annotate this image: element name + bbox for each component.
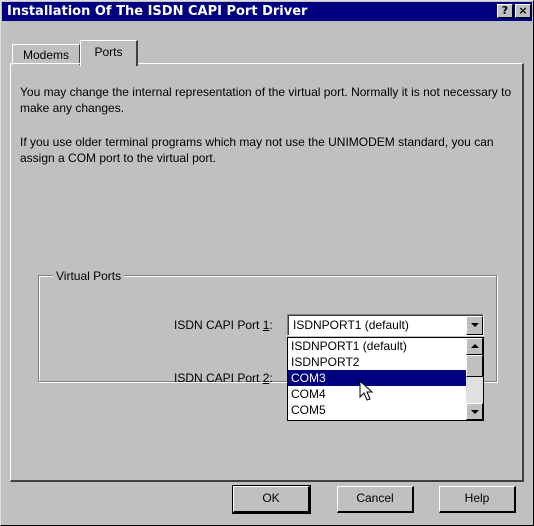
chevron-up-icon — [471, 344, 479, 348]
close-icon: × — [518, 4, 528, 17]
port-options-list[interactable]: ISDNPORT1 (default) ISDNPORT2 COM3 COM4 … — [287, 337, 484, 421]
cancel-button[interactable]: Cancel — [337, 486, 414, 513]
arrow-cursor-icon — [359, 380, 374, 401]
tab-modems[interactable]: Modems — [12, 44, 80, 65]
port1-label-suffix: : — [269, 318, 273, 332]
active-tab-join — [81, 63, 136, 65]
port1-combobox-field[interactable]: ISDNPORT1 (default) — [288, 315, 483, 335]
list-scrollbar[interactable] — [466, 338, 483, 420]
help-title-button[interactable]: ? — [497, 4, 513, 18]
virtual-ports-group-label: Virtual Ports — [53, 269, 125, 283]
ok-button[interactable]: OK — [232, 485, 311, 514]
port2-label-suffix: : — [269, 371, 273, 385]
scroll-up-button[interactable] — [466, 338, 483, 355]
port2-label-prefix: ISDN CAPI Port — [174, 371, 263, 385]
list-item-com5[interactable]: COM5 — [288, 402, 466, 418]
list-item-com4[interactable]: COM4 — [288, 386, 466, 402]
port1-label: ISDN CAPI Port 1: — [174, 318, 273, 332]
list-item-com3[interactable]: COM3 — [288, 370, 466, 386]
list-item-isdnport2[interactable]: ISDNPORT2 — [288, 354, 466, 370]
compat-paragraph: If you use older terminal programs which… — [20, 135, 494, 165]
help-button[interactable]: Help — [439, 486, 516, 513]
close-button[interactable]: × — [515, 4, 531, 18]
scroll-down-button[interactable] — [466, 403, 483, 420]
intro-paragraph: You may change the internal representati… — [20, 85, 512, 115]
port1-label-prefix: ISDN CAPI Port — [174, 318, 263, 332]
port1-combobox[interactable]: ISDNPORT1 (default) — [287, 314, 484, 336]
scrollbar-thumb[interactable] — [466, 355, 483, 377]
title-bar[interactable]: Installation Of The ISDN CAPI Port Drive… — [2, 2, 532, 21]
port2-label: ISDN CAPI Port 2: — [174, 371, 273, 385]
chevron-down-icon — [471, 410, 479, 414]
question-mark-icon: ? — [501, 4, 509, 17]
chevron-down-icon — [471, 323, 479, 327]
list-item-isdnport1[interactable]: ISDNPORT1 (default) — [288, 338, 466, 354]
port1-dropdown-button[interactable] — [466, 316, 483, 335]
window-title: Installation Of The ISDN CAPI Port Drive… — [7, 4, 308, 19]
port1-combobox-value: ISDNPORT1 (default) — [293, 318, 409, 332]
tab-modems-label: Modems — [22, 48, 69, 62]
tab-ports-label: Ports — [94, 45, 123, 59]
